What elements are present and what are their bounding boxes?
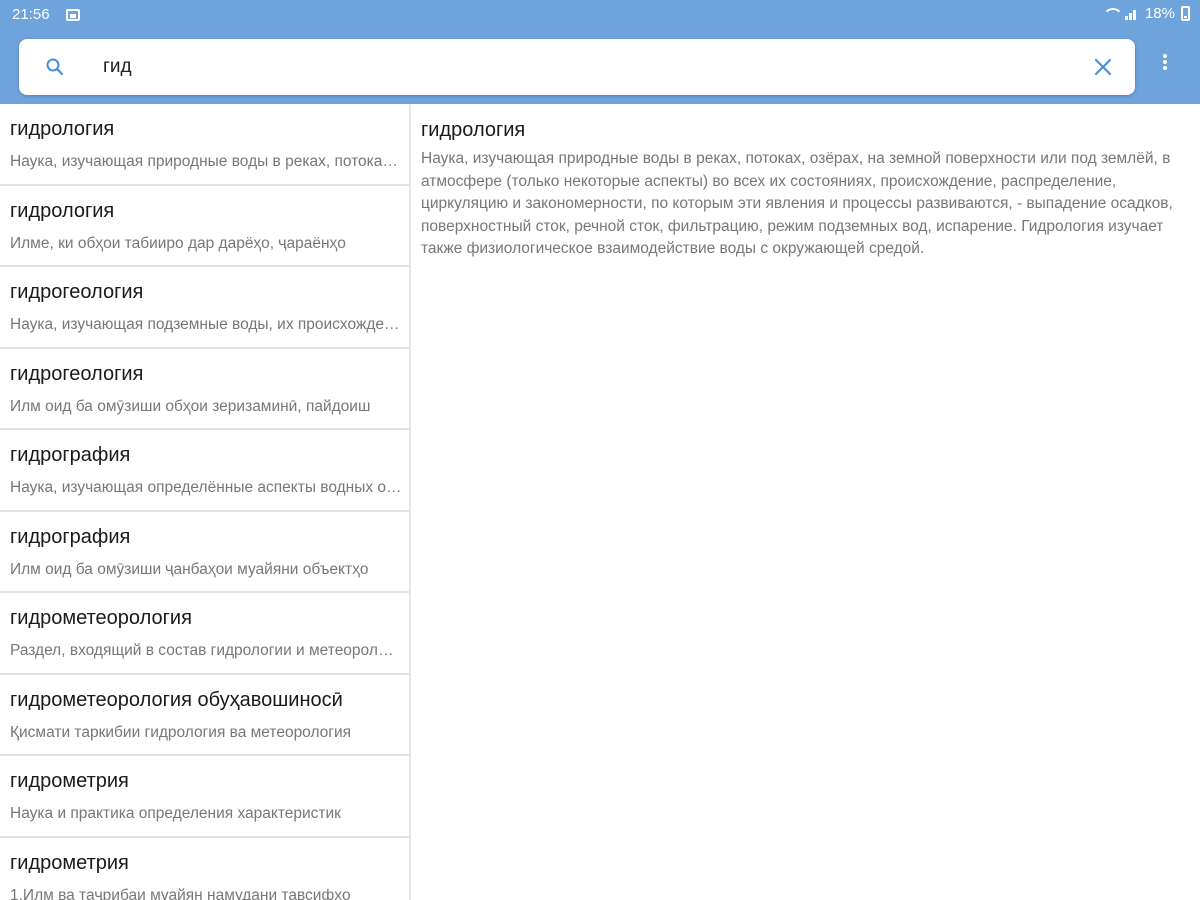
item-snippet: Наука, изучающая определённые аспекты во…	[10, 479, 402, 496]
item-snippet: Қисмати таркибии гидрология ва метеороло…	[10, 723, 352, 741]
item-title: гидрометеорология обуҳавошиносӣ	[10, 688, 343, 711]
search-icon	[46, 58, 64, 76]
list-item[interactable]: гидрография Наука, изучающая определённы…	[0, 430, 409, 512]
list-item[interactable]: гидрометрия Наука и практика определения…	[0, 756, 409, 838]
item-title: гидрометеорология	[10, 607, 192, 629]
results-list: гидрология Наука, изучающая природные во…	[0, 104, 411, 900]
app-bar: 21:56 18%	[0, 0, 1200, 104]
search-input[interactable]	[103, 52, 1063, 82]
item-snippet: Илме, ки обҳои табииро дар дарёҳо, ҷараё…	[10, 234, 346, 252]
status-indicators: 18%	[1102, 5, 1190, 22]
definition-panel: гидрология Наука, изучающая природные во…	[421, 104, 1181, 261]
list-item[interactable]: гидрография Илм оид ба омӯзиши ҷанбаҳои …	[0, 512, 409, 593]
item-snippet: Илм оид ба омӯзиши обҳои зеризаминӣ, пай…	[10, 397, 371, 415]
item-snippet: 1.Илм ва таҷрибаи муайян намудани тавсиф…	[10, 886, 351, 900]
list-item[interactable]: гидрология Илме, ки обҳои табииро дар да…	[0, 186, 409, 267]
overflow-menu-icon[interactable]	[1153, 52, 1177, 82]
item-snippet: Наука, изучающая подземные воды, их прои…	[10, 316, 402, 333]
image-icon	[66, 9, 80, 21]
status-time: 21:56	[12, 6, 50, 23]
item-snippet: Наука и практика определения характерист…	[10, 805, 341, 822]
list-item[interactable]: гидрометеорология обуҳавошиносӣ Қисмати …	[0, 675, 409, 756]
status-bar: 21:56 18%	[0, 0, 1200, 30]
item-title: гидрология	[10, 118, 115, 140]
battery-percent: 18%	[1144, 5, 1175, 22]
item-title: гидрогеология	[10, 281, 144, 303]
list-item[interactable]: гидрогеология Наука, изучающая подземные…	[0, 267, 409, 349]
item-snippet: Наука, изучающая природные воды в реках,…	[10, 153, 402, 170]
wifi-icon	[1102, 7, 1123, 20]
item-snippet: Раздел, входящий в состав гидрологии и м…	[10, 642, 402, 659]
list-item[interactable]: гидрология Наука, изучающая природные во…	[0, 104, 409, 186]
signal-icon	[1124, 8, 1139, 20]
definition-body: Наука, изучающая природные воды в реках,…	[421, 150, 1173, 257]
list-item[interactable]: гидрометеорология Раздел, входящий в сос…	[0, 593, 409, 675]
list-item[interactable]: гидрометрия 1.Илм ва таҷрибаи муайян нам…	[0, 838, 409, 900]
clear-icon[interactable]	[1091, 55, 1115, 79]
definition-title: гидрология	[421, 119, 526, 141]
item-title: гидрогеология	[10, 362, 144, 385]
search-bar	[19, 39, 1135, 95]
item-title: гидрография	[10, 444, 131, 466]
battery-icon	[1181, 6, 1190, 21]
item-snippet: Илм оид ба омӯзиши ҷанбаҳои муайяни объе…	[10, 560, 369, 578]
item-title: гидрография	[10, 525, 131, 548]
item-title: гидрология	[10, 199, 115, 222]
item-title: гидрометрия	[10, 851, 129, 874]
list-item[interactable]: гидрогеология Илм оид ба омӯзиши обҳои з…	[0, 349, 409, 430]
item-title: гидрометрия	[10, 770, 129, 792]
